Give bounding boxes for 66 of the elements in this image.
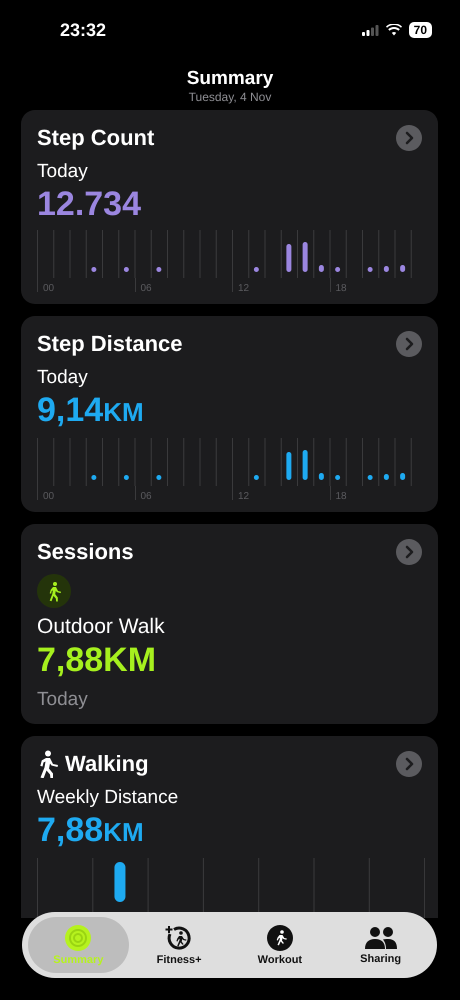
tab[interactable]: Workout <box>230 917 330 973</box>
hour-bar <box>254 267 259 272</box>
status-time: 23:32 <box>60 20 106 40</box>
metric-value: 12.734 <box>37 185 141 223</box>
session-time: Today <box>37 688 88 712</box>
hour-bar <box>368 267 373 272</box>
tab[interactable]: Fitness+ <box>128 917 230 973</box>
hour-bar <box>156 475 162 480</box>
battery-indicator: 70 <box>408 22 432 38</box>
summary-card[interactable]: Step Count Today 12.734 00 06 12 18 <box>21 110 438 304</box>
axis-label: 06 <box>140 490 152 504</box>
hour-bar <box>318 473 324 480</box>
activity-rings-icon <box>65 924 92 950</box>
card-title: Step Distance <box>37 330 184 358</box>
axis-label: 12 <box>238 490 250 504</box>
period-label: Today <box>37 366 88 390</box>
axis-label: 12 <box>238 282 250 296</box>
chevron-right-icon[interactable] <box>396 331 422 357</box>
page-date: Tuesday, 4 Nov <box>188 90 272 104</box>
hour-bar <box>368 475 373 480</box>
chevron-right-icon[interactable] <box>396 125 422 151</box>
period-label: Weekly Distance <box>37 786 178 810</box>
hour-bar <box>124 267 129 272</box>
axis-label: 06 <box>140 282 152 296</box>
hour-bar <box>400 265 406 272</box>
summary-card[interactable]: Sessions Outdoor Walk 7,88KM Today <box>21 524 438 724</box>
runner-plus-icon <box>165 924 194 950</box>
hour-bar <box>302 450 308 480</box>
period-label: Today <box>37 160 88 184</box>
wifi-icon <box>386 24 402 36</box>
tab[interactable]: Sharing <box>330 917 431 973</box>
hour-bar <box>384 266 389 272</box>
hour-bar <box>384 474 389 480</box>
hour-bar <box>124 475 129 480</box>
people-icon <box>364 926 398 950</box>
axis-label: 18 <box>336 490 347 504</box>
hour-bar <box>302 242 308 272</box>
activity-name: Outdoor Walk <box>37 614 165 640</box>
distance-bar <box>114 862 126 902</box>
hour-bar <box>286 452 292 480</box>
hour-bar <box>91 475 96 480</box>
axis-label: 18 <box>336 282 347 296</box>
card-title: Walking <box>65 750 150 778</box>
hour-bar <box>286 244 292 272</box>
chevron-right-icon[interactable] <box>396 751 422 777</box>
hour-bar <box>91 267 96 272</box>
summary-card[interactable]: Walking Weekly Distance 7,88KM <box>21 736 438 918</box>
runner-icon <box>266 924 293 950</box>
hour-bar <box>335 267 340 272</box>
hour-bar <box>335 475 340 480</box>
card-title: Sessions <box>37 538 135 566</box>
signal-icon <box>362 24 379 36</box>
hour-bar <box>318 265 324 272</box>
page-title: Summary <box>186 68 274 90</box>
axis-label: 00 <box>43 282 54 296</box>
hour-bar <box>400 473 406 480</box>
hour-bar <box>156 267 162 272</box>
card-title: Step Count <box>37 124 156 152</box>
walking-person-icon <box>37 574 71 608</box>
metric-value: 7,88KM <box>37 811 144 849</box>
metric-value: 7,88KM <box>37 640 156 680</box>
axis-label: 00 <box>43 490 54 504</box>
hour-bar <box>254 475 259 480</box>
metric-value: 9,14KM <box>37 391 144 429</box>
chevron-right-icon[interactable] <box>396 539 422 565</box>
summary-card[interactable]: Step Distance Today 9,14KM 00 06 12 18 <box>21 316 438 512</box>
